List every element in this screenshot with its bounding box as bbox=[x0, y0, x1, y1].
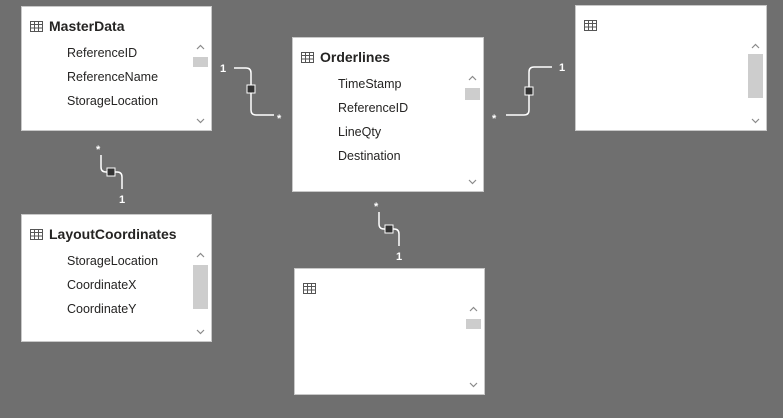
relationship-orderlines-bottom[interactable]: * 1 bbox=[374, 201, 402, 263]
table-header: Orderlines bbox=[301, 46, 475, 68]
scrollbar[interactable] bbox=[193, 249, 208, 338]
field-list: TimeStamp ReferenceID LineQty Destinatio… bbox=[338, 72, 408, 168]
field-item[interactable]: Destination bbox=[338, 144, 408, 168]
field-item[interactable]: ReferenceID bbox=[338, 96, 408, 120]
table-title: LayoutCoordinates bbox=[49, 226, 177, 242]
cardinality-many: * bbox=[277, 113, 282, 125]
relationship-masterdata-orderlines[interactable]: 1 * bbox=[220, 63, 282, 125]
scrollbar[interactable] bbox=[193, 41, 208, 127]
cardinality-one: 1 bbox=[220, 63, 226, 75]
cardinality-one: 1 bbox=[396, 251, 402, 263]
scrollbar[interactable] bbox=[465, 72, 480, 188]
table-card-layoutcoordinates[interactable]: LayoutCoordinates StorageLocation Coordi… bbox=[21, 214, 212, 342]
scroll-down-arrow-icon[interactable] bbox=[465, 176, 480, 188]
scroll-thumb[interactable] bbox=[193, 57, 208, 67]
table-icon bbox=[303, 282, 316, 294]
scrollbar[interactable] bbox=[466, 303, 481, 391]
field-list: StorageLocation CoordinateX CoordinateY bbox=[67, 249, 158, 321]
cardinality-many: * bbox=[96, 144, 101, 156]
table-icon bbox=[30, 20, 43, 32]
cardinality-many: * bbox=[374, 201, 379, 213]
table-card-bottom[interactable] bbox=[294, 268, 485, 395]
table-title: MasterData bbox=[49, 18, 125, 34]
scrollbar[interactable] bbox=[748, 40, 763, 127]
scroll-up-arrow-icon[interactable] bbox=[193, 249, 208, 261]
field-item[interactable]: ReferenceName bbox=[67, 65, 158, 89]
table-header bbox=[584, 14, 758, 36]
table-header bbox=[303, 277, 476, 299]
field-item[interactable]: CoordinateY bbox=[67, 297, 158, 321]
table-header: LayoutCoordinates bbox=[30, 223, 203, 245]
scroll-down-arrow-icon[interactable] bbox=[748, 115, 763, 127]
table-header: MasterData bbox=[30, 15, 203, 37]
field-item[interactable]: StorageLocation bbox=[67, 89, 158, 113]
field-item[interactable]: ReferenceID bbox=[67, 41, 158, 65]
cardinality-one: 1 bbox=[559, 62, 565, 74]
cardinality-one: 1 bbox=[119, 194, 125, 206]
scroll-up-arrow-icon[interactable] bbox=[465, 72, 480, 84]
scroll-down-arrow-icon[interactable] bbox=[466, 379, 481, 391]
relationship-orderlines-right[interactable]: * 1 bbox=[492, 62, 565, 125]
table-title: Orderlines bbox=[320, 49, 391, 65]
scroll-thumb[interactable] bbox=[193, 265, 208, 309]
scroll-down-arrow-icon[interactable] bbox=[193, 115, 208, 127]
table-icon bbox=[30, 228, 43, 240]
scroll-down-arrow-icon[interactable] bbox=[193, 326, 208, 338]
table-card-right[interactable] bbox=[575, 5, 767, 131]
field-item[interactable]: TimeStamp bbox=[338, 72, 408, 96]
field-item[interactable]: CoordinateX bbox=[67, 273, 158, 297]
table-icon bbox=[584, 19, 597, 31]
table-card-orderlines[interactable]: Orderlines TimeStamp ReferenceID LineQty… bbox=[292, 37, 484, 192]
cardinality-many: * bbox=[492, 113, 497, 125]
scroll-thumb[interactable] bbox=[466, 319, 481, 329]
field-list: ReferenceID ReferenceName StorageLocatio… bbox=[67, 41, 158, 113]
scroll-up-arrow-icon[interactable] bbox=[466, 303, 481, 315]
scroll-thumb[interactable] bbox=[748, 54, 763, 98]
field-item[interactable]: LineQty bbox=[338, 120, 408, 144]
model-canvas: 1 * * 1 * 1 * 1 MasterData ReferenceID R… bbox=[0, 0, 783, 418]
table-icon bbox=[301, 51, 314, 63]
scroll-up-arrow-icon[interactable] bbox=[748, 40, 763, 52]
field-item[interactable]: StorageLocation bbox=[67, 249, 158, 273]
scroll-up-arrow-icon[interactable] bbox=[193, 41, 208, 53]
scroll-thumb[interactable] bbox=[465, 88, 480, 100]
table-card-masterdata[interactable]: MasterData ReferenceID ReferenceName Sto… bbox=[21, 6, 212, 131]
relationship-masterdata-layout[interactable]: * 1 bbox=[96, 144, 125, 206]
